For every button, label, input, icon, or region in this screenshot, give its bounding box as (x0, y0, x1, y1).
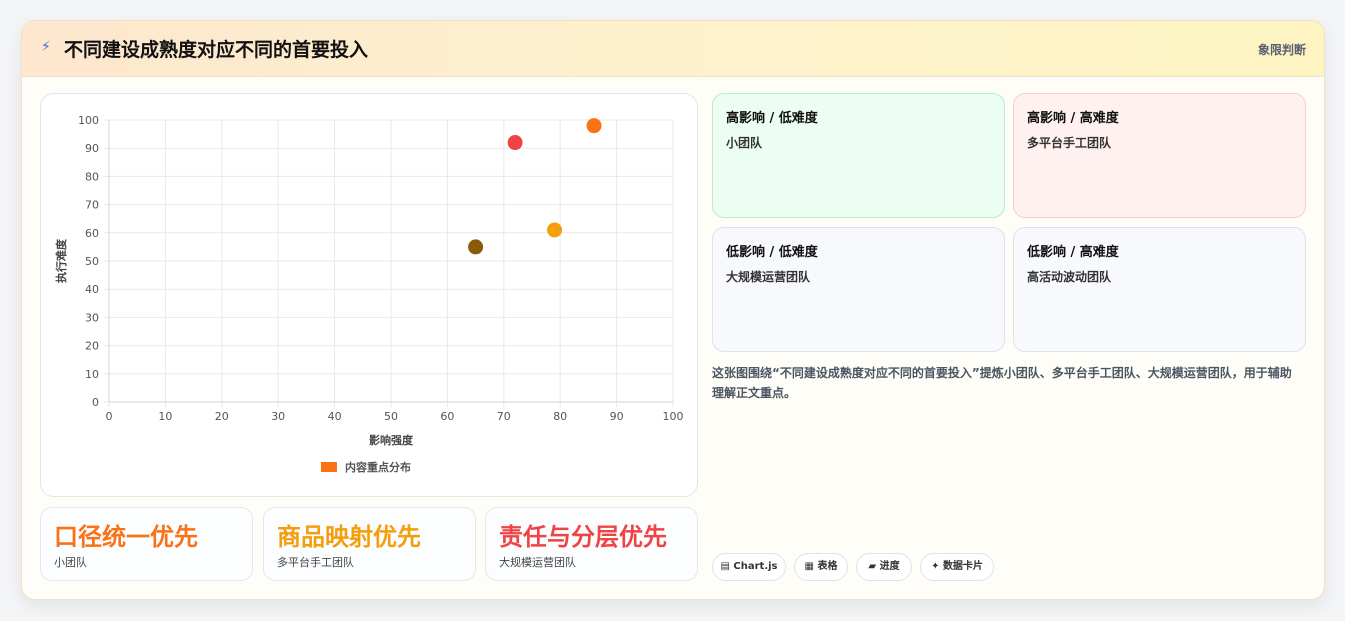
x-tick-label: 40 (328, 410, 342, 423)
chart-icon: ▤ (720, 561, 730, 572)
quadrant-text: 多平台手工团队 (1027, 136, 1112, 150)
y-tick-label: 0 (92, 396, 99, 409)
quadrant-title: 低影响 / 高难度 (1027, 245, 1119, 260)
y-axis-label: 执行难度 (54, 238, 68, 283)
chip-label: Chart.js (733, 561, 778, 572)
chart-description: 这张图围绕“不同建设成熟度对应不同的首要投入”提炼小团队、多平台手工团队、大规模… (712, 366, 1292, 400)
x-tick-label: 100 (663, 410, 684, 423)
x-tick-label: 70 (497, 410, 511, 423)
data-point (586, 118, 602, 134)
y-tick-label: 90 (85, 142, 99, 155)
y-tick-label: 20 (85, 340, 99, 353)
quadrant-high-impact-low-difficulty: 高影响 / 低难度 小团队 (712, 93, 1005, 218)
scatter-chart: 0 10 20 30 40 50 60 70 80 90 100 0 10 20 30 40 50 60 70 80 9… (40, 93, 698, 497)
data-point (547, 222, 563, 238)
y-tick-label: 70 (85, 199, 99, 212)
chart-svg: 0 10 20 30 40 50 60 70 80 90 100 0 10 20 30 40 50 60 70 80 9… (54, 114, 684, 474)
chip-chartjs[interactable]: ▤ Chart.js (712, 553, 786, 581)
sparkle-icon: ✦ (931, 561, 940, 572)
x-tick-label: 20 (215, 410, 229, 423)
quadrant-text: 高活动波动团队 (1027, 270, 1112, 284)
x-tick-label: 80 (553, 410, 567, 423)
chip-label: 表格 (817, 561, 838, 572)
table-icon: ▦ (804, 561, 814, 572)
y-tick-label: 40 (85, 283, 99, 296)
main-card: ⚡ 不同建设成熟度对应不同的首要投入 象限判断 0 10 20 30 40 50 60 70 8… (21, 20, 1325, 600)
quadrant-low-impact-low-difficulty: 低影响 / 低难度 大规模运营团队 (712, 227, 1005, 352)
y-tick-label: 10 (85, 368, 99, 381)
stat-label: 多平台手工团队 (277, 556, 354, 569)
quadrant-high-impact-high-difficulty: 高影响 / 高难度 多平台手工团队 (1013, 93, 1306, 218)
x-tick-label: 30 (271, 410, 285, 423)
stat-label: 小团队 (54, 556, 87, 569)
data-point (468, 239, 484, 255)
y-tick-label: 50 (85, 255, 99, 268)
y-tick-label: 60 (85, 227, 99, 240)
y-tick-label: 100 (78, 114, 99, 127)
chip-data-card[interactable]: ✦ 数据卡片 (920, 553, 994, 581)
quadrant-text: 大规模运营团队 (726, 270, 811, 284)
quadrant-text: 小团队 (726, 136, 763, 150)
chip-table[interactable]: ▦ 表格 (794, 553, 848, 581)
legend-swatch (321, 462, 337, 472)
stat-value: 口径统一优先 (54, 523, 198, 551)
y-tick-label: 30 (85, 311, 99, 324)
stat-card: 责任与分层优先 大规模运营团队 (485, 507, 698, 581)
stat-value: 责任与分层优先 (499, 523, 667, 551)
x-tick-label: 50 (384, 410, 398, 423)
stat-card: 商品映射优先 多平台手工团队 (263, 507, 476, 581)
stat-label: 大规模运营团队 (499, 556, 576, 569)
legend-label: 内容重点分布 (345, 460, 411, 474)
x-tick-label: 60 (440, 410, 454, 423)
chip-label: 数据卡片 (942, 561, 983, 572)
lightning-icon: ⚡ (41, 39, 51, 55)
quadrant-low-impact-high-difficulty: 低影响 / 高难度 高活动波动团队 (1013, 227, 1306, 352)
x-axis-label: 影响强度 (369, 433, 414, 447)
card-header: ⚡ 不同建设成熟度对应不同的首要投入 象限判断 (22, 21, 1324, 77)
x-tick-label: 0 (106, 410, 113, 423)
stat-value: 商品映射优先 (277, 523, 421, 551)
quadrant-title: 高影响 / 高难度 (1027, 111, 1119, 126)
header-tag: 象限判断 (1257, 43, 1306, 57)
x-tick-label: 10 (158, 410, 172, 423)
stat-card: 口径统一优先 小团队 (40, 507, 253, 581)
chip-progress[interactable]: ▰ 进度 (856, 553, 912, 581)
y-tick-label: 80 (85, 170, 99, 183)
quadrant-title: 低影响 / 低难度 (726, 245, 818, 260)
chip-label: 进度 (879, 561, 900, 572)
quadrant-title: 高影响 / 低难度 (726, 111, 818, 126)
progress-icon: ▰ (868, 561, 877, 572)
page-title: 不同建设成熟度对应不同的首要投入 (64, 39, 369, 61)
x-tick-label: 90 (610, 410, 624, 423)
data-point (507, 135, 523, 151)
